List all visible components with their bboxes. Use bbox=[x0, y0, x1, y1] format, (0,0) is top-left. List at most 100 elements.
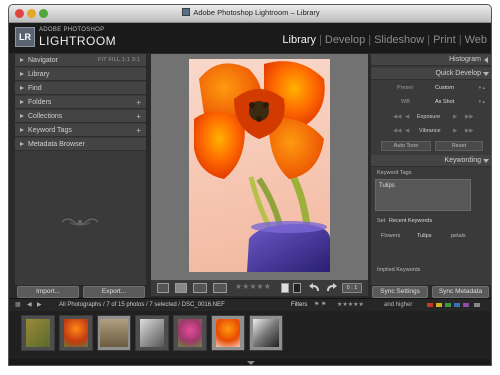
window-titlebar: Adobe Photoshop Lightroom – Library bbox=[9, 5, 491, 23]
filmstrip-thumb[interactable] bbox=[249, 315, 283, 351]
export-button[interactable]: Export... bbox=[83, 286, 145, 298]
grid-view-icon[interactable] bbox=[157, 283, 169, 293]
compare-view-icon[interactable] bbox=[193, 283, 207, 293]
increase-large-icon[interactable]: ▶▶ bbox=[465, 112, 473, 123]
decrease-large-icon[interactable]: ◀◀ bbox=[393, 112, 401, 123]
increase-large-icon[interactable]: ▶▶ bbox=[465, 126, 473, 137]
module-print[interactable]: Print bbox=[433, 34, 456, 46]
survey-view-icon[interactable] bbox=[213, 283, 227, 293]
filmstrip-thumb[interactable] bbox=[97, 315, 131, 351]
histogram-header[interactable]: Histogram bbox=[371, 54, 491, 66]
module-library[interactable]: Library bbox=[282, 34, 316, 46]
import-button[interactable]: Import... bbox=[17, 286, 79, 298]
sync-metadata-button[interactable]: Sync Metadata bbox=[432, 286, 489, 298]
label-filter-yellow[interactable] bbox=[436, 303, 442, 307]
filmstrip-thumb-active[interactable] bbox=[211, 315, 245, 351]
disclosure-triangle-icon bbox=[20, 128, 24, 132]
add-collection-icon[interactable]: + bbox=[136, 110, 141, 123]
pick-flag-icon[interactable] bbox=[281, 283, 289, 293]
disclosure-triangle-icon bbox=[20, 72, 24, 76]
reset-button[interactable]: Reset bbox=[435, 141, 483, 151]
keyword-set-select[interactable]: Recent Keywords bbox=[389, 218, 432, 224]
wb-select[interactable]: As Shot bbox=[435, 97, 454, 108]
increase-icon[interactable]: ▶ bbox=[453, 126, 457, 137]
label-filter-green[interactable] bbox=[445, 303, 451, 307]
sidebar-item-keyword-tags[interactable]: Keyword Tags + bbox=[15, 124, 146, 137]
label-filter-blue[interactable] bbox=[454, 303, 460, 307]
lightroom-logo: LR bbox=[15, 27, 35, 47]
filmstrip-thumb[interactable] bbox=[135, 315, 169, 351]
sync-settings-button[interactable]: Sync Settings bbox=[372, 286, 428, 298]
collapse-filmstrip-icon[interactable] bbox=[247, 361, 255, 365]
preset-row[interactable]: Preset Custom ▾ ▴ bbox=[375, 83, 487, 94]
rating-stars[interactable]: ★★★★★ bbox=[235, 282, 271, 291]
keyword-tags-field[interactable]: Tulips bbox=[375, 179, 471, 211]
navigator-zoom-options[interactable]: FIT FILL 1:1 3:1 bbox=[98, 54, 140, 67]
rotate-right-icon[interactable] bbox=[325, 283, 337, 293]
sidebar-item-metadata-browser[interactable]: Metadata Browser bbox=[15, 138, 146, 151]
filters-label[interactable]: Filters bbox=[291, 299, 307, 311]
increase-icon[interactable]: ▶ bbox=[453, 112, 457, 123]
label-filter-none[interactable] bbox=[474, 303, 480, 307]
zoom-selector[interactable]: 0 : 1 bbox=[342, 283, 362, 293]
bottom-panel-toggle[interactable] bbox=[9, 359, 491, 365]
vibrance-row: ◀◀ ◀ Vibrance ▶ ▶▶ bbox=[375, 126, 487, 137]
filmstrip-thumb[interactable] bbox=[21, 315, 55, 351]
collapse-triangle-icon bbox=[484, 57, 488, 63]
rating-filter-stars[interactable]: ★★★★★ bbox=[337, 299, 364, 311]
label-filter-purple[interactable] bbox=[463, 303, 469, 307]
keyword-suggestion-petals[interactable]: petals bbox=[451, 233, 466, 239]
rating-filter-mode[interactable]: and higher bbox=[384, 299, 412, 311]
disclosure-triangle-icon bbox=[20, 114, 24, 118]
filmstrip-source-path[interactable]: All Photographs / 7 of 15 photos / 7 sel… bbox=[59, 299, 225, 311]
library-toolbar: ★★★★★ 0 : 1 bbox=[151, 280, 368, 296]
implied-keywords-label[interactable]: Implied Keywords bbox=[377, 267, 420, 273]
module-develop[interactable]: Develop bbox=[325, 34, 365, 46]
disclosure-triangle-icon bbox=[20, 100, 24, 104]
wb-row[interactable]: WB As Shot ▾ ▴ bbox=[375, 97, 487, 108]
exposure-row: ◀◀ ◀ Exposure ▶ ▶▶ bbox=[375, 112, 487, 123]
sidebar-item-find[interactable]: Find bbox=[15, 82, 146, 95]
label-filter-red[interactable] bbox=[427, 303, 433, 307]
sidebar-item-collections[interactable]: Collections + bbox=[15, 110, 146, 123]
keywording-header[interactable]: Keywording bbox=[371, 155, 491, 167]
left-panel: Navigator FIT FILL 1:1 3:1 Library Find … bbox=[15, 54, 146, 285]
loupe-view-icon[interactable] bbox=[175, 283, 187, 293]
decrease-icon[interactable]: ◀ bbox=[405, 112, 409, 123]
lightroom-window: Adobe Photoshop Lightroom – Library LR A… bbox=[8, 4, 492, 366]
tulip-image bbox=[194, 61, 330, 272]
preset-select[interactable]: Custom bbox=[435, 83, 454, 94]
navigator-header[interactable]: Navigator FIT FILL 1:1 3:1 bbox=[15, 54, 146, 67]
disclosure-triangle-icon bbox=[20, 58, 24, 62]
back-arrow-icon[interactable]: ◀ bbox=[27, 299, 32, 311]
filmstrip-grid-icon[interactable]: ▦ bbox=[15, 299, 21, 311]
filmstrip-thumb[interactable] bbox=[59, 315, 93, 351]
sidebar-item-library[interactable]: Library bbox=[15, 68, 146, 81]
reject-flag-icon[interactable] bbox=[293, 283, 301, 293]
decrease-icon[interactable]: ◀ bbox=[405, 126, 409, 137]
filmstrip-thumb[interactable] bbox=[173, 315, 207, 351]
rotate-left-icon[interactable] bbox=[309, 283, 321, 293]
tulip-photo[interactable] bbox=[189, 59, 330, 272]
keyword-tags-label: Keyword Tags bbox=[377, 170, 412, 176]
quick-develop-buttons: Auto Tone Reset bbox=[375, 141, 487, 152]
keyword-suggestion-tulips[interactable]: Tulips bbox=[417, 233, 431, 239]
decrease-large-icon[interactable]: ◀◀ bbox=[393, 126, 401, 137]
add-folder-icon[interactable]: + bbox=[136, 96, 141, 109]
disclosure-triangle-icon bbox=[20, 142, 24, 146]
stepper-icon: ▾ ▴ bbox=[478, 99, 485, 105]
module-web[interactable]: Web bbox=[465, 34, 487, 46]
stepper-icon: ▾ ▴ bbox=[478, 85, 485, 91]
quick-develop-header[interactable]: Quick Develop bbox=[371, 68, 491, 80]
keyword-suggestion-flowers[interactable]: Flowers bbox=[381, 233, 400, 239]
auto-tone-button[interactable]: Auto Tone bbox=[381, 141, 431, 151]
add-keyword-icon[interactable]: + bbox=[136, 124, 141, 137]
forward-arrow-icon[interactable]: ▶ bbox=[37, 299, 42, 311]
window-title-text: Adobe Photoshop Lightroom – Library bbox=[193, 8, 320, 17]
flag-filter-icon[interactable]: ⚑ ⚑ bbox=[314, 299, 326, 311]
filmstrip bbox=[9, 311, 491, 359]
keyword-set-label: Set bbox=[377, 218, 386, 224]
sidebar-item-folders[interactable]: Folders + bbox=[15, 96, 146, 109]
loupe-view[interactable] bbox=[151, 54, 368, 280]
module-slideshow[interactable]: Slideshow bbox=[374, 34, 424, 46]
